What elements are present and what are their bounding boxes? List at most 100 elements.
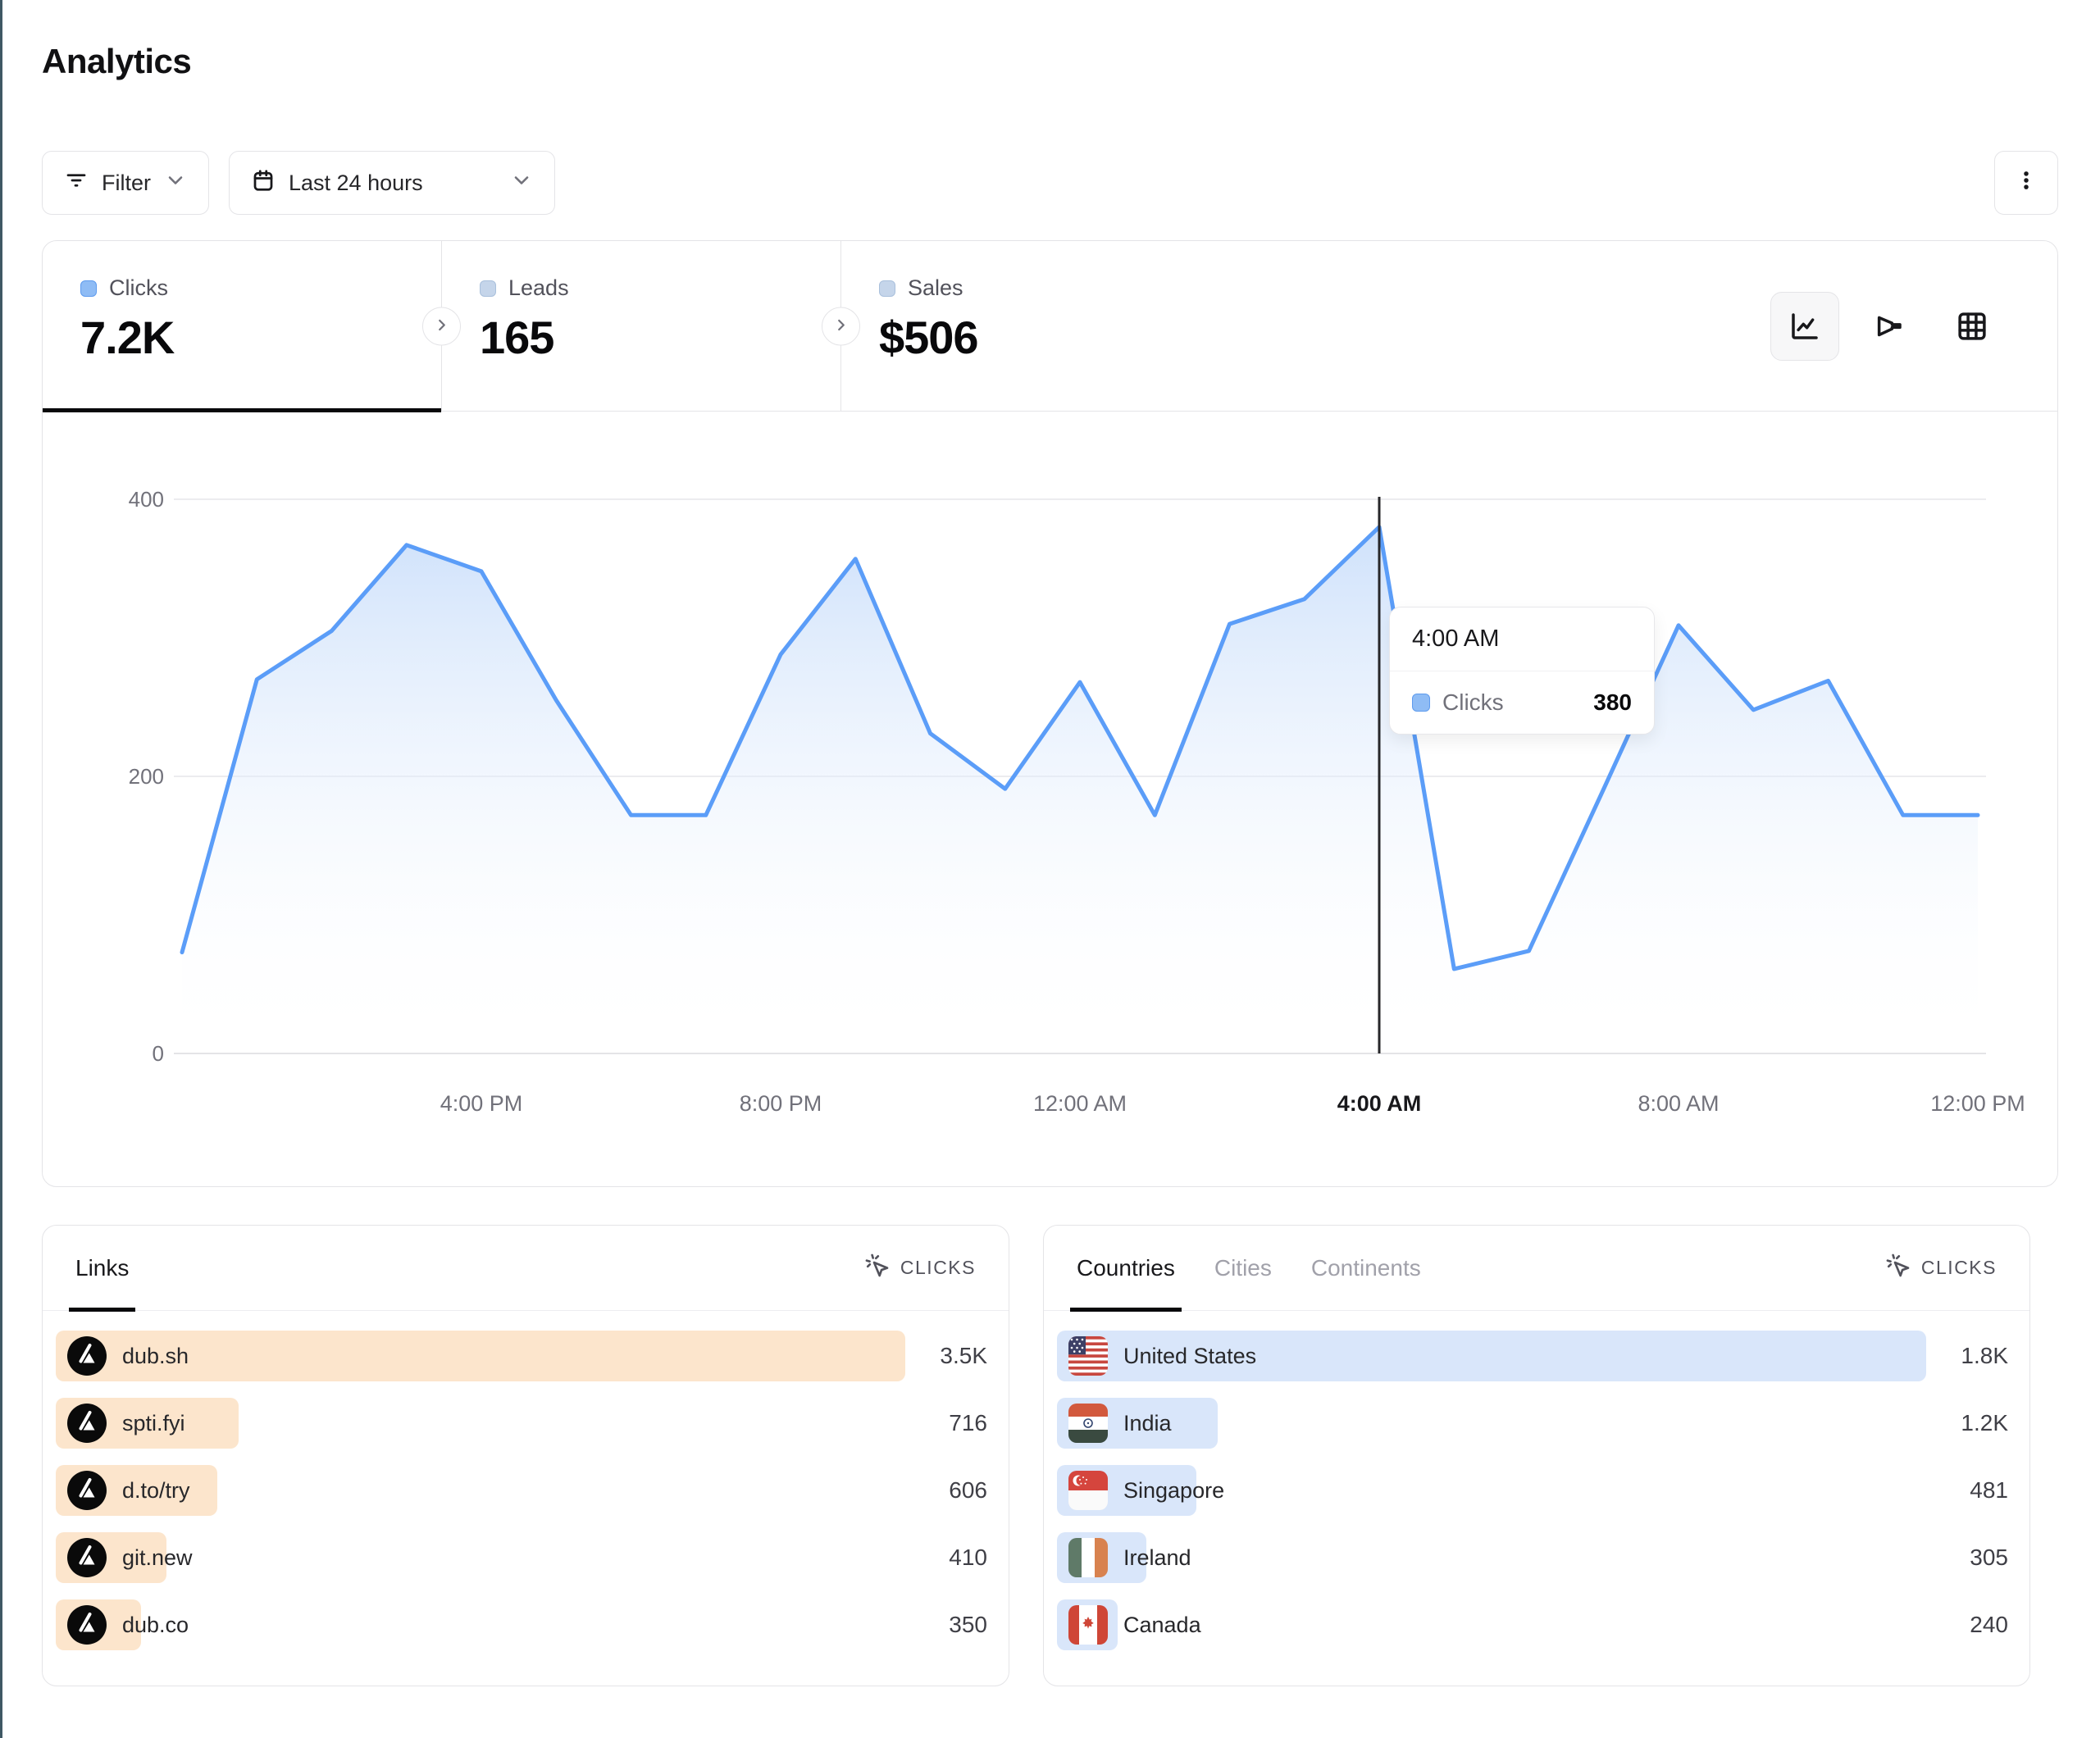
link-row[interactable]: dub.sh 3.5K	[56, 1331, 991, 1381]
y-axis-tick-label: 200	[129, 764, 164, 789]
filter-button-label: Filter	[102, 171, 151, 196]
tab-continents[interactable]: Continents	[1311, 1226, 1421, 1310]
stat-divider-chevron-button[interactable]	[822, 307, 860, 345]
funnel-view-toggle-button[interactable]	[1854, 292, 1923, 361]
country-row-clicks-value: 1.2K	[1926, 1410, 2011, 1436]
country-row[interactable]: Ireland305	[1057, 1532, 2011, 1583]
click-bar-track: spti.fyi	[56, 1398, 905, 1449]
stat-label-row: Leads	[480, 275, 840, 301]
row-content: dub.sh	[56, 1331, 905, 1381]
sales-legend-swatch	[879, 280, 895, 297]
y-axis-tick-label: 400	[129, 487, 164, 512]
kebab-menu-icon	[2014, 168, 2039, 198]
stat-label-row: Sales	[879, 275, 1241, 301]
clicks-area-chart[interactable]: 02004004:00 PM8:00 PM12:00 AM4:00 AM8:00…	[43, 412, 2057, 1186]
link-row-label: git.new	[122, 1545, 193, 1571]
us-flag-icon	[1068, 1336, 1108, 1376]
click-bar-track: dub.sh	[56, 1331, 905, 1381]
countries-card-header: Countries Cities Continents CLICKS	[1044, 1226, 2029, 1311]
tooltip-series-row: Clicks 380	[1390, 671, 1654, 734]
tooltip-time: 4:00 AM	[1390, 607, 1654, 671]
link-row-clicks-value: 3.5K	[905, 1343, 991, 1369]
link-row[interactable]: git.new 410	[56, 1532, 991, 1583]
more-options-button[interactable]	[1994, 151, 2058, 215]
country-row[interactable]: United States 1.8K	[1057, 1331, 2011, 1381]
link-row-label: d.to/try	[122, 1478, 190, 1504]
click-bar-track: Ireland	[1057, 1532, 1926, 1583]
link-row-clicks-value: 606	[905, 1477, 991, 1504]
page-title: Analytics	[42, 44, 2058, 79]
countries-card: Countries Cities Continents CLICKS United …	[1043, 1225, 2030, 1686]
stat-tab-leads[interactable]: Leads 165	[442, 241, 841, 411]
clicks-legend-swatch	[1412, 694, 1430, 712]
row-content: Ireland	[1057, 1532, 1926, 1583]
filter-button[interactable]: Filter	[42, 151, 209, 215]
in-flag-icon	[1068, 1404, 1108, 1443]
stat-tab-sales[interactable]: Sales $506	[841, 241, 1241, 411]
stat-tabs: Clicks7.2K Leads 165 Sales $506	[43, 241, 2057, 412]
date-range-label: Last 24 hours	[289, 171, 497, 196]
dub-logo-icon	[67, 1538, 107, 1577]
table-view-toggle-button[interactable]	[1938, 292, 2007, 361]
country-row[interactable]: India 1.2K	[1057, 1398, 2011, 1449]
country-row-label: India	[1123, 1411, 1172, 1436]
countries-list: United States 1.8K India 1.2K Singapore481 Ir…	[1044, 1311, 2029, 1650]
link-row-label: dub.sh	[122, 1344, 189, 1369]
filter-icon	[64, 168, 89, 198]
link-row[interactable]: d.to/try 606	[56, 1465, 991, 1516]
country-row-label: Ireland	[1123, 1545, 1191, 1571]
countries-metric-toggle[interactable]: CLICKS	[1885, 1253, 1997, 1284]
country-row[interactable]: Singapore481	[1057, 1465, 2011, 1516]
link-row-clicks-value: 410	[905, 1545, 991, 1571]
grid-table-icon	[1955, 309, 1989, 344]
dub-logo-icon	[67, 1336, 107, 1376]
chevron-right-icon	[433, 316, 451, 336]
clicks-legend-swatch	[80, 280, 97, 297]
tab-cities[interactable]: Cities	[1214, 1226, 1272, 1310]
stat-tab-value: 7.2K	[80, 311, 441, 364]
row-content: India	[1057, 1398, 1926, 1449]
line-chart-icon	[1788, 309, 1822, 344]
row-content: dub.co	[56, 1599, 905, 1650]
stat-tab-value: 165	[480, 311, 840, 364]
tooltip-series-label: Clicks	[1442, 689, 1504, 716]
link-row[interactable]: spti.fyi716	[56, 1398, 991, 1449]
tab-links[interactable]: Links	[75, 1226, 129, 1310]
x-axis-tick-label: 12:00 PM	[1930, 1091, 2025, 1116]
country-row-clicks-value: 1.8K	[1926, 1343, 2011, 1369]
dub-logo-icon	[67, 1471, 107, 1510]
sg-flag-icon	[1068, 1471, 1108, 1510]
links-metric-label: CLICKS	[900, 1257, 976, 1279]
funnel-icon	[1871, 309, 1906, 344]
country-row-label: Singapore	[1123, 1478, 1224, 1504]
x-axis-tick-label: 4:00 AM	[1337, 1091, 1422, 1116]
click-bar-track: India	[1057, 1398, 1926, 1449]
link-row[interactable]: dub.co350	[56, 1599, 991, 1650]
row-content: spti.fyi	[56, 1398, 905, 1449]
chevron-down-icon	[510, 169, 533, 198]
stat-divider-chevron-button[interactable]	[422, 307, 461, 345]
leads-legend-swatch	[480, 280, 496, 297]
tab-countries[interactable]: Countries	[1077, 1226, 1175, 1310]
country-row-clicks-value: 240	[1926, 1612, 2011, 1638]
analytics-page: Analytics Filter Last 24 hours	[0, 0, 2100, 1686]
click-bar-track: d.to/try	[56, 1465, 905, 1516]
stat-tab-clicks[interactable]: Clicks7.2K	[43, 241, 442, 411]
country-row[interactable]: Canada240	[1057, 1599, 2011, 1650]
stat-tab-label: Sales	[908, 275, 963, 301]
links-metric-toggle[interactable]: CLICKS	[864, 1253, 976, 1284]
line-chart-toggle-button[interactable]	[1770, 292, 1839, 361]
x-axis-tick-label: 8:00 PM	[740, 1091, 822, 1116]
link-row-label: dub.co	[122, 1613, 189, 1638]
country-row-label: United States	[1123, 1344, 1256, 1369]
toolbar: Filter Last 24 hours	[42, 151, 2058, 215]
y-axis-tick-label: 0	[153, 1041, 164, 1066]
row-content: Singapore	[1057, 1465, 1926, 1516]
chart-canvas[interactable]: 02004004:00 PM8:00 PM12:00 AM4:00 AM8:00…	[43, 412, 2034, 1186]
stat-tab-value: $506	[879, 311, 1241, 364]
countries-metric-label: CLICKS	[1921, 1257, 1997, 1279]
stat-tab-label: Leads	[508, 275, 569, 301]
breakdown-cards: Links CLICKS dub.sh 3.5K spti.fyi716 d.to/t…	[42, 1225, 2058, 1686]
date-range-button[interactable]: Last 24 hours	[229, 151, 555, 215]
row-content: Canada	[1057, 1599, 1926, 1650]
